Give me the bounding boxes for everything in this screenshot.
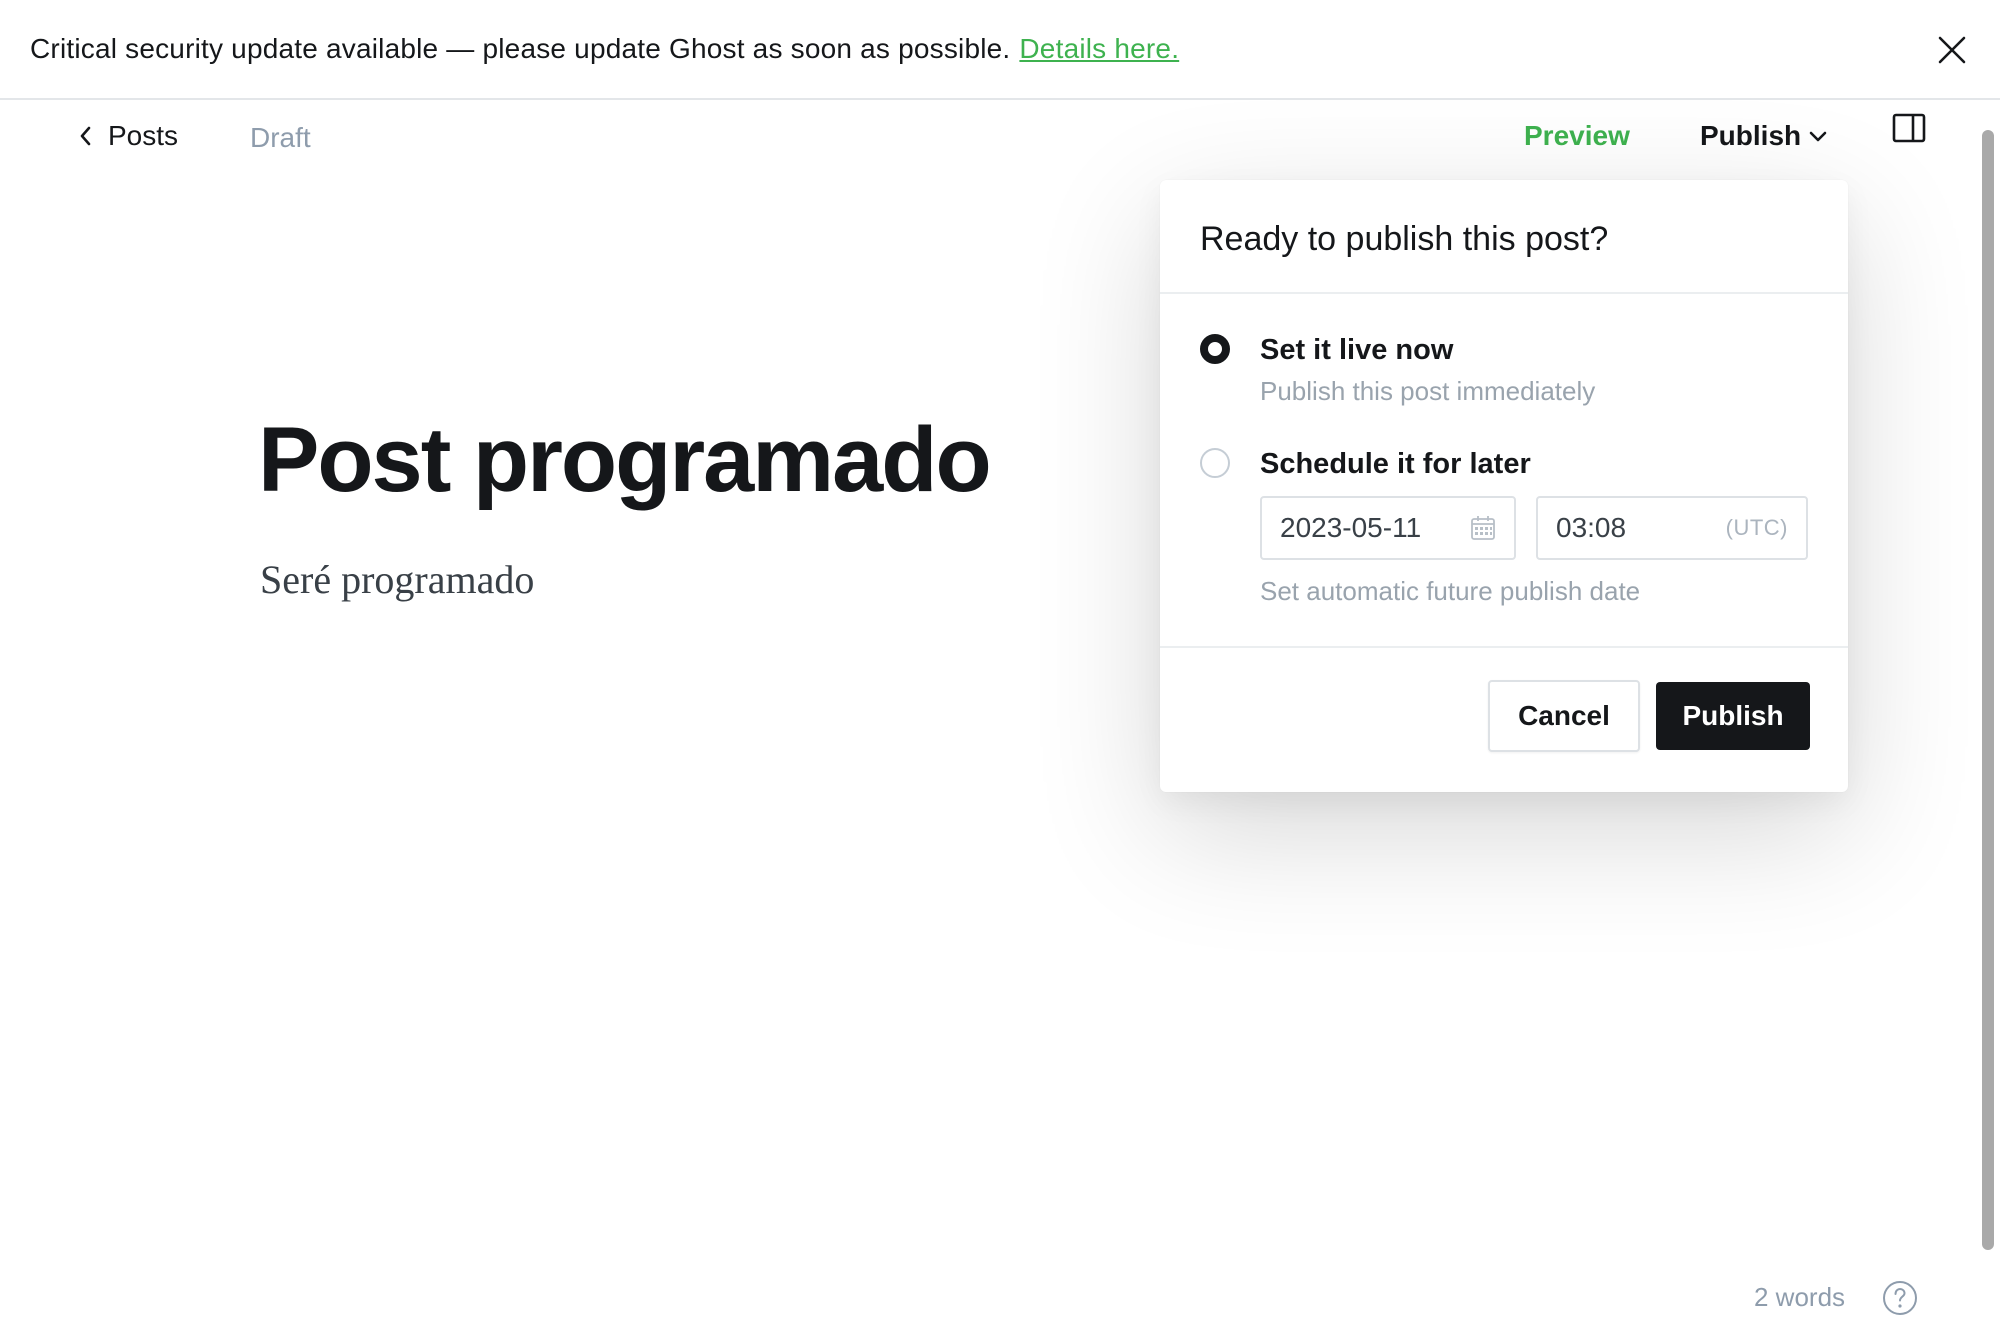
editor-header: Posts Draft Preview Publish: [0, 100, 2000, 172]
back-link-label: Posts: [108, 120, 179, 151]
chevron-left-icon: [80, 126, 91, 146]
publish-dropdown-title: Ready to publish this post?: [1200, 220, 1609, 258]
banner-close-button[interactable]: [1930, 28, 1974, 72]
post-status: Draft: [250, 122, 311, 153]
banner-message: Critical security update available — ple…: [30, 33, 1011, 64]
publish-dropdown: Ready to publish this post? Set it live …: [1160, 180, 1848, 792]
banner-details-link[interactable]: Details here.: [1019, 33, 1179, 65]
divider: [1160, 292, 1848, 294]
scrollbar-thumb[interactable]: [1982, 130, 1994, 1250]
cancel-button[interactable]: Cancel: [1488, 680, 1640, 752]
calendar-icon[interactable]: [1470, 515, 1496, 541]
publish-menu-trigger[interactable]: Publish: [1700, 120, 1827, 152]
schedule-time-input[interactable]: 03:08 (UTC): [1536, 496, 1808, 560]
option-schedule-label[interactable]: Schedule it for later: [1260, 448, 1531, 481]
timezone-label: (UTC): [1725, 515, 1788, 540]
schedule-date-input[interactable]: 2023-05-11: [1260, 496, 1516, 560]
post-body[interactable]: Seré programado: [260, 556, 534, 603]
publish-button[interactable]: Publish: [1656, 682, 1810, 750]
radio-schedule-later[interactable]: [1200, 448, 1230, 478]
divider: [1160, 646, 1848, 648]
schedule-date-value: 2023-05-11: [1280, 512, 1422, 543]
chevron-down-icon: [1809, 131, 1827, 142]
option-schedule-description: Set automatic future publish date: [1260, 576, 1641, 606]
post-title[interactable]: Post programado: [258, 408, 992, 513]
schedule-time-value: 03:08: [1556, 512, 1627, 543]
option-set-live-label[interactable]: Set it live now: [1260, 334, 1453, 367]
sidebar-toggle-icon[interactable]: [1892, 112, 1926, 146]
back-to-posts-link[interactable]: Posts: [78, 116, 178, 156]
word-count: 2 words: [1754, 1282, 1846, 1312]
radio-set-live-now[interactable]: [1200, 334, 1230, 364]
close-icon: [1938, 36, 1966, 64]
help-icon[interactable]: [1882, 1280, 1918, 1316]
option-set-live-description: Publish this post immediately: [1260, 376, 1596, 406]
security-banner: Critical security update available — ple…: [0, 0, 2000, 100]
preview-button[interactable]: Preview: [1524, 120, 1630, 152]
publish-menu-label: Publish: [1700, 120, 1802, 151]
